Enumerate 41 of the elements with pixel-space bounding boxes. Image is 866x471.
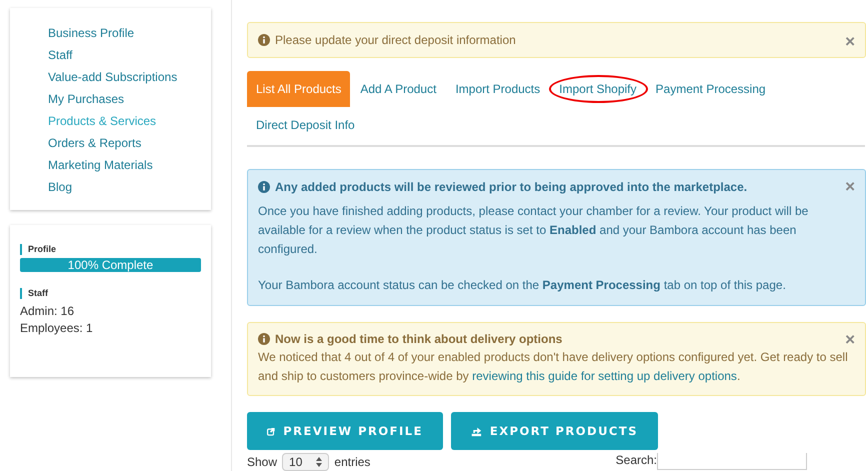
alert-paragraph: Once you have finished adding products, please contact your chamber for a review. Your product will be available for a review when the product status is set to Enabled and your Bambora account has been configured. [258,203,810,258]
sidebar-link[interactable]: Orders & Reports [48,132,142,154]
show-label: Show [247,455,278,469]
sidebar-link[interactable]: Blog [48,176,72,198]
info-icon [258,181,270,193]
alert-title: Now is a good time to think about delivery options [275,332,562,346]
staff-count: Admin: 16 [20,303,74,320]
sidebar-link[interactable]: Products & Services [48,110,156,132]
sidebar-link[interactable]: Business Profile [48,22,134,44]
staff-count: Employees: 1 [20,320,93,337]
export-button[interactable]: EXPORT PRODUCTS [451,412,658,450]
alert-text: Please update your direct deposit information [275,33,516,47]
alert-paragraph: Your Bambora account status can be checked on the Payment Processing tab on top of this page. [258,277,787,294]
tab[interactable]: List All Products [247,71,350,107]
alert-title: Any added products will be reviewed prior to being approved into the marketplace. [275,180,748,194]
export-icon [471,424,482,438]
sidebar-link[interactable]: Value-add Subscriptions [48,66,178,88]
sidebar-link[interactable]: Staff [48,44,72,66]
stepper-icon [316,457,322,467]
alert-paragraph: We noticed that 4 out of 4 of your enabled products don't have delivery options configured yet. Get ready to sell and ship to customers province-wide by reviewing this guide for setting up delivery options. [258,349,849,385]
sidebar-link[interactable]: Marketing Materials [48,154,153,176]
section-heading: Staff [20,288,48,299]
info-icon [258,333,270,345]
tab[interactable]: Add A Product [351,71,446,107]
close-button[interactable]: × [845,179,855,195]
close-button[interactable]: × [845,34,855,50]
entries-label: entries [334,455,370,469]
tab[interactable]: Import Products [446,71,550,107]
sidebar-link[interactable]: My Purchases [48,88,124,110]
guide-link[interactable]: reviewing this guide for setting up delivery options [472,369,737,383]
tab[interactable]: Import Shopify [550,71,646,107]
info-icon [258,34,270,46]
tab[interactable]: Direct Deposit Info [247,107,364,143]
search-label: Search: [616,453,657,467]
search-field[interactable] [657,453,807,470]
tab[interactable]: Payment Processing [646,71,775,107]
section-heading: Profile [20,244,56,255]
entries-select[interactable]: 10 [282,453,330,471]
progress-label: 100% Complete [66,258,154,272]
preview-button[interactable]: PREVIEW PROFILE [247,412,443,450]
close-button[interactable]: × [845,332,855,348]
